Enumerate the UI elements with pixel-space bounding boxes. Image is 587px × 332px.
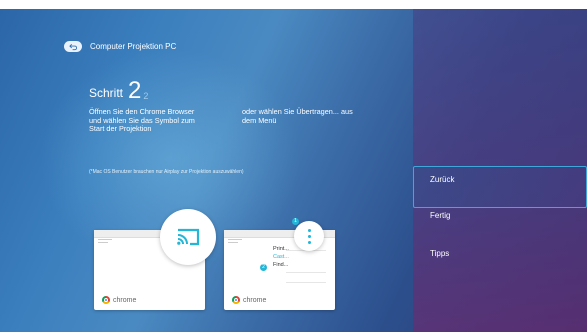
- cast-highlight: [160, 209, 216, 265]
- nav-item-tips[interactable]: Tipps: [430, 249, 449, 258]
- browser-label: chrome: [113, 296, 137, 304]
- menu-item-cast: Cast...: [273, 254, 289, 260]
- placeholder-line: [228, 239, 242, 240]
- header: Computer Projektion PC: [64, 41, 176, 52]
- page-title: Computer Projektion PC: [90, 42, 177, 51]
- menu-highlight: [294, 221, 324, 251]
- chrome-menu-list: Print... Cast... Find...: [273, 245, 289, 269]
- more-vert-icon: [308, 241, 311, 244]
- step-total: 2: [143, 91, 149, 101]
- instruction-left: Öffnen Sie den Chrome Browser und wählen…: [89, 107, 195, 134]
- step-badge-2: 2: [260, 264, 267, 271]
- nav-item-done[interactable]: Fertig: [430, 211, 450, 220]
- step-current: 2: [128, 77, 142, 104]
- menu-separator: [286, 282, 326, 283]
- menu-item-print: Print...: [273, 246, 289, 252]
- browser-label-row: chrome: [232, 296, 266, 304]
- chrome-logo-icon: [102, 296, 110, 304]
- cast-icon: [177, 228, 200, 246]
- instruction-right: oder wählen Sie Übertragen... aus dem Me…: [242, 107, 353, 125]
- step-label: Schritt: [89, 86, 124, 100]
- placeholder-line: [98, 242, 108, 243]
- placeholder-line: [98, 239, 112, 240]
- nav-item-back[interactable]: Zurück: [430, 175, 454, 184]
- placeholder-line: [228, 242, 238, 243]
- nav-selection[interactable]: [413, 166, 587, 208]
- instruction-line: dem Menü: [242, 115, 277, 125]
- mac-note: (*Mac OS Benutzer brauchen nur Airplay z…: [89, 169, 244, 175]
- browser-label-row: chrome: [102, 296, 136, 304]
- menu-separator: [286, 272, 326, 273]
- step-badge-1: 1: [292, 218, 299, 225]
- back-button[interactable]: [64, 41, 82, 52]
- browser-label: chrome: [243, 296, 267, 304]
- chrome-logo-icon: [232, 296, 240, 304]
- more-vert-icon: [308, 229, 311, 232]
- more-vert-icon: [308, 235, 311, 238]
- projection-screen: Computer Projektion PC Schritt 2 2 Öffne…: [0, 9, 587, 332]
- step-indicator: Schritt 2 2: [89, 77, 149, 104]
- menu-item-find: Find...: [273, 262, 289, 268]
- back-arrow-icon: [68, 43, 77, 50]
- instruction-line: Start der Projektion: [89, 124, 152, 133]
